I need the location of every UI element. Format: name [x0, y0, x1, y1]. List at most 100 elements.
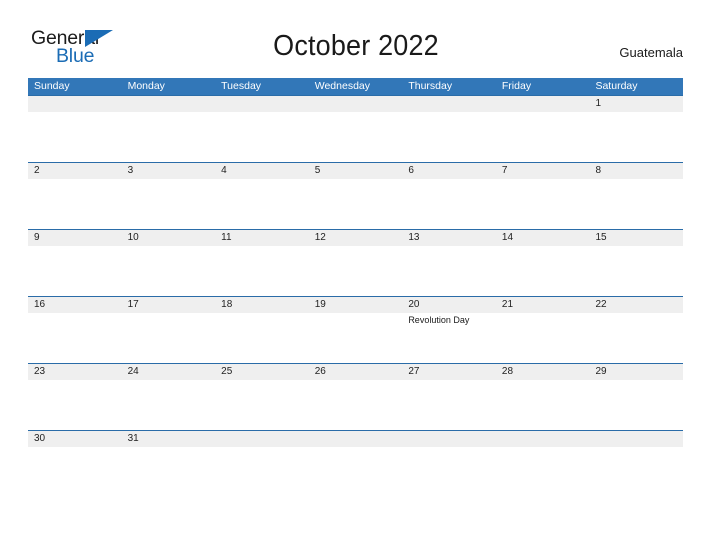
- day-cell[interactable]: 16: [28, 297, 122, 313]
- event-cell[interactable]: [589, 313, 683, 363]
- week-row: 23 24 25 26 27 28 29: [28, 363, 683, 430]
- weekday-tuesday: Tuesday: [221, 80, 262, 92]
- event-cell[interactable]: [402, 246, 496, 296]
- event-cell[interactable]: [215, 313, 309, 363]
- day-cell[interactable]: 24: [122, 364, 216, 380]
- week-date-band: 30 31: [28, 431, 683, 447]
- week-row: 16 17 18 19 20 21 22 Revolution Day: [28, 296, 683, 363]
- event-cell[interactable]: [589, 179, 683, 229]
- event-cell[interactable]: [28, 179, 122, 229]
- event-cell[interactable]: [589, 380, 683, 430]
- day-cell[interactable]: 4: [215, 163, 309, 179]
- event-cell[interactable]: [28, 380, 122, 430]
- day-number: 6: [408, 165, 414, 176]
- day-cell[interactable]: [402, 96, 496, 112]
- day-cell[interactable]: 20: [402, 297, 496, 313]
- day-cell[interactable]: 31: [122, 431, 216, 447]
- event-cell[interactable]: [309, 112, 403, 162]
- day-cell[interactable]: [496, 96, 590, 112]
- week-date-band: 9 10 11 12 13 14 15: [28, 230, 683, 246]
- day-cell[interactable]: 8: [589, 163, 683, 179]
- event-cell[interactable]: [215, 246, 309, 296]
- day-cell[interactable]: 2: [28, 163, 122, 179]
- day-cell[interactable]: [496, 431, 590, 447]
- day-cell[interactable]: 17: [122, 297, 216, 313]
- event-cell[interactable]: [496, 313, 590, 363]
- day-cell[interactable]: [28, 96, 122, 112]
- event-cell[interactable]: [589, 246, 683, 296]
- event-cell[interactable]: [215, 380, 309, 430]
- day-cell[interactable]: [215, 431, 309, 447]
- day-cell[interactable]: 30: [28, 431, 122, 447]
- day-number: 29: [595, 366, 607, 377]
- event-cell[interactable]: [496, 246, 590, 296]
- event-cell[interactable]: [496, 179, 590, 229]
- event-cell[interactable]: [122, 179, 216, 229]
- event-cell[interactable]: [122, 380, 216, 430]
- day-cell[interactable]: [122, 96, 216, 112]
- day-cell[interactable]: 21: [496, 297, 590, 313]
- day-cell[interactable]: 7: [496, 163, 590, 179]
- event-cell[interactable]: [28, 246, 122, 296]
- event-cell[interactable]: [496, 112, 590, 162]
- day-cell[interactable]: 19: [309, 297, 403, 313]
- event-cell[interactable]: [215, 112, 309, 162]
- day-number: 14: [501, 232, 514, 243]
- day-cell[interactable]: [309, 96, 403, 112]
- day-number: 18: [221, 299, 233, 310]
- day-number: 3: [127, 165, 134, 176]
- event-cell[interactable]: [402, 380, 496, 430]
- day-cell[interactable]: 15: [589, 230, 683, 246]
- day-number: 17: [127, 299, 139, 310]
- day-cell[interactable]: 9: [28, 230, 122, 246]
- event-cell[interactable]: [496, 380, 590, 430]
- event-cell[interactable]: [309, 313, 403, 363]
- day-cell[interactable]: 3: [122, 163, 216, 179]
- day-cell[interactable]: [215, 96, 309, 112]
- day-cell[interactable]: 22: [589, 297, 683, 313]
- day-number: 13: [408, 232, 420, 243]
- day-cell[interactable]: 1: [589, 96, 683, 112]
- event-cell[interactable]: [402, 112, 496, 162]
- day-cell[interactable]: 28: [496, 364, 590, 380]
- weekday-sunday: Sunday: [34, 80, 70, 92]
- day-number: 8: [595, 165, 602, 176]
- weekday-header-row: Sunday Monday Tuesday Wednesday Thursday…: [28, 78, 683, 95]
- day-number: 24: [127, 366, 139, 377]
- day-cell[interactable]: 5: [309, 163, 403, 179]
- event-cell[interactable]: [589, 112, 683, 162]
- day-cell[interactable]: 26: [309, 364, 403, 380]
- event-cell[interactable]: [122, 112, 216, 162]
- day-cell[interactable]: 13: [402, 230, 496, 246]
- day-cell[interactable]: 12: [309, 230, 403, 246]
- day-number: 28: [501, 366, 514, 377]
- day-cell[interactable]: 29: [589, 364, 683, 380]
- day-cell[interactable]: [309, 431, 403, 447]
- event-cell[interactable]: [402, 179, 496, 229]
- event-cell[interactable]: [122, 246, 216, 296]
- day-cell[interactable]: 11: [215, 230, 309, 246]
- calendar-page: General Blue October 2022 Guatemala Sund…: [0, 0, 712, 550]
- day-cell[interactable]: 6: [402, 163, 496, 179]
- event-cell[interactable]: Revolution Day: [402, 313, 496, 363]
- day-cell[interactable]: 14: [496, 230, 590, 246]
- event-cell[interactable]: [309, 380, 403, 430]
- day-number: 10: [127, 232, 139, 243]
- weekday-thursday: Thursday: [408, 80, 453, 92]
- event-cell[interactable]: [309, 179, 403, 229]
- week-events-band: [28, 380, 683, 430]
- day-number: 21: [501, 299, 514, 310]
- day-cell[interactable]: [402, 431, 496, 447]
- event-cell[interactable]: [215, 179, 309, 229]
- day-cell[interactable]: 23: [28, 364, 122, 380]
- day-cell[interactable]: 18: [215, 297, 309, 313]
- event-cell[interactable]: [122, 313, 216, 363]
- day-cell[interactable]: 25: [215, 364, 309, 380]
- event-cell[interactable]: [28, 313, 122, 363]
- day-cell[interactable]: 10: [122, 230, 216, 246]
- day-cell[interactable]: [589, 431, 683, 447]
- day-cell[interactable]: 27: [402, 364, 496, 380]
- event-cell[interactable]: [309, 246, 403, 296]
- event-cell[interactable]: [28, 112, 122, 162]
- event-label: Revolution Day: [408, 315, 470, 325]
